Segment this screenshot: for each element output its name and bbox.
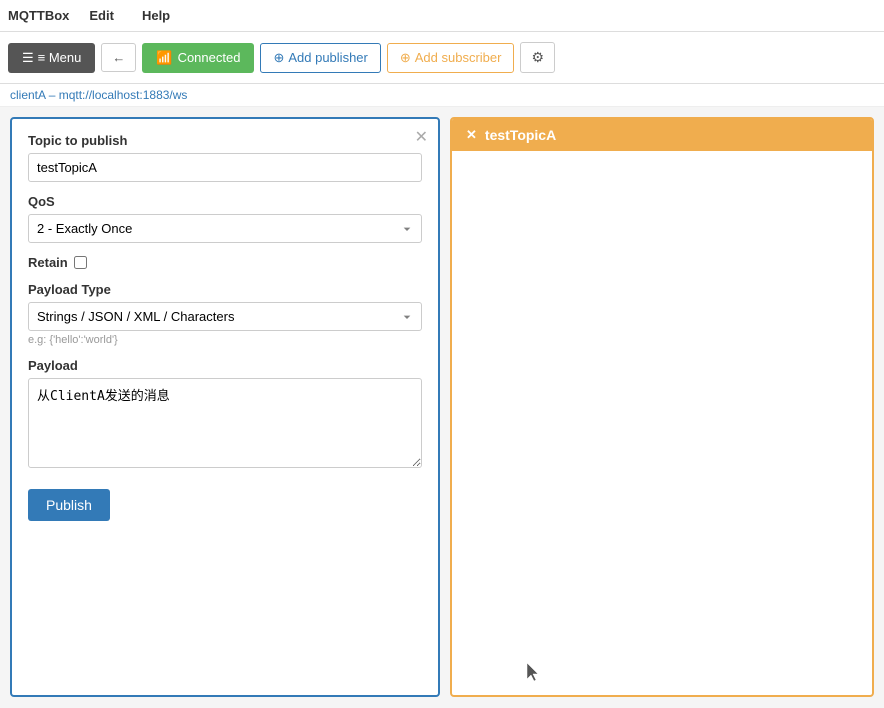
retain-label: Retain bbox=[28, 255, 68, 270]
retain-checkbox[interactable] bbox=[74, 256, 87, 269]
toolbar: ☰ ≡ Menu ← 📶 Connected ⊕ Add publisher ⊕… bbox=[0, 32, 884, 84]
add-publisher-label: Add publisher bbox=[288, 50, 368, 65]
breadcrumb-text: clientA – mqtt://localhost:1883/ws bbox=[10, 88, 187, 102]
settings-button[interactable]: ⚙ bbox=[520, 42, 555, 73]
plus-circle-icon: ⊕ bbox=[400, 50, 411, 66]
main-content: ✕ Topic to publish QoS 0 - At Most Once … bbox=[0, 107, 884, 707]
connected-button[interactable]: 📶 Connected bbox=[142, 43, 254, 73]
topic-group: Topic to publish bbox=[28, 133, 422, 182]
payload-type-group: Payload Type Strings / JSON / XML / Char… bbox=[28, 282, 422, 346]
qos-group: QoS 0 - At Most Once 1 - At Least Once 2… bbox=[28, 194, 422, 243]
payload-textarea[interactable]: 从ClientA发送的消息 bbox=[28, 378, 422, 468]
payload-type-label: Payload Type bbox=[28, 282, 422, 297]
subscriber-close-button[interactable]: ✕ bbox=[466, 127, 477, 143]
publisher-panel: ✕ Topic to publish QoS 0 - At Most Once … bbox=[10, 117, 440, 697]
breadcrumb: clientA – mqtt://localhost:1883/ws bbox=[0, 84, 884, 107]
subscriber-panel: ✕ testTopicA bbox=[450, 117, 874, 697]
menu-icon: ☰ bbox=[22, 50, 34, 66]
plus-icon: ⊕ bbox=[273, 50, 284, 66]
payload-hint: e.g: {'hello':'world'} bbox=[28, 334, 422, 346]
publisher-close-button[interactable]: ✕ bbox=[415, 127, 428, 147]
menu-label: ≡ Menu bbox=[38, 50, 82, 65]
menu-help[interactable]: Help bbox=[134, 8, 178, 23]
menu-button[interactable]: ☰ ≡ Menu bbox=[8, 43, 95, 73]
topic-label: Topic to publish bbox=[28, 133, 422, 148]
subscriber-topic-name: testTopicA bbox=[485, 127, 556, 143]
menu-edit[interactable]: Edit bbox=[81, 8, 122, 23]
qos-select[interactable]: 0 - At Most Once 1 - At Least Once 2 - E… bbox=[28, 214, 422, 243]
add-subscriber-button[interactable]: ⊕ Add subscriber bbox=[387, 43, 515, 73]
publish-button[interactable]: Publish bbox=[28, 489, 110, 521]
payload-type-select[interactable]: Strings / JSON / XML / Characters Number… bbox=[28, 302, 422, 331]
add-publisher-button[interactable]: ⊕ Add publisher bbox=[260, 43, 380, 73]
retain-group: Retain bbox=[28, 255, 422, 270]
payload-label: Payload bbox=[28, 358, 422, 373]
menu-bar: MQTTBox Edit Help bbox=[0, 0, 884, 32]
app-title: MQTTBox bbox=[8, 8, 69, 23]
payload-group: Payload 从ClientA发送的消息 bbox=[28, 358, 422, 471]
cursor-icon bbox=[527, 663, 539, 681]
subscriber-topic-bar: ✕ testTopicA bbox=[452, 119, 872, 151]
topic-input[interactable] bbox=[28, 153, 422, 182]
signal-icon: 📶 bbox=[156, 50, 172, 66]
back-button[interactable]: ← bbox=[101, 43, 136, 72]
qos-label: QoS bbox=[28, 194, 422, 209]
add-subscriber-label: Add subscriber bbox=[415, 50, 502, 65]
connected-label: Connected bbox=[178, 50, 241, 65]
